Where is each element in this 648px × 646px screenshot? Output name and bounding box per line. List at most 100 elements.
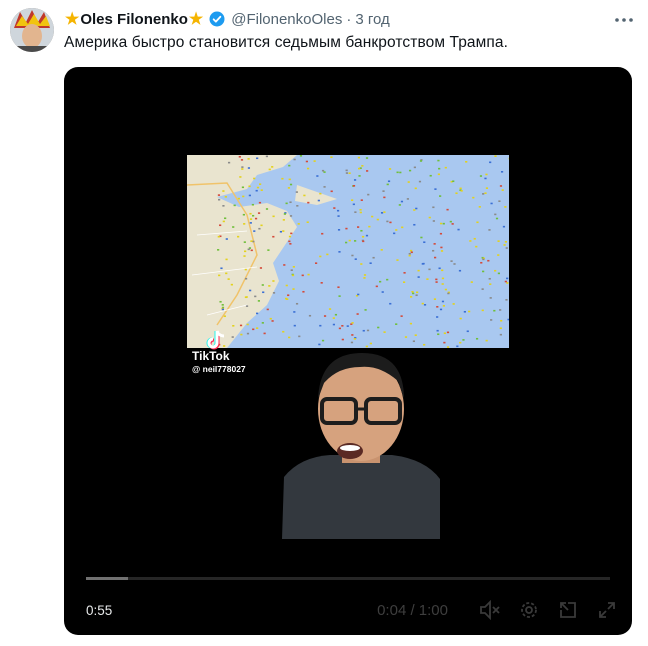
ship-marker [345, 172, 349, 174]
ship-marker [380, 212, 384, 214]
ship-marker [248, 185, 251, 188]
fullscreen-button[interactable] [594, 597, 620, 623]
ship-marker [287, 294, 290, 297]
tiktok-logo-icon [206, 330, 225, 350]
verified-badge-icon [208, 10, 226, 28]
tweet-header: ★ Oles Filonenko ★ @FilonenkoOles · 3 го… [64, 9, 608, 29]
ship-marker [354, 258, 357, 260]
ship-marker [259, 183, 262, 185]
ship-marker [253, 177, 256, 180]
ship-marker [451, 223, 454, 225]
ship-marker [358, 175, 361, 177]
ship-marker [437, 159, 440, 162]
ship-marker [244, 250, 247, 253]
ship-marker [293, 158, 296, 161]
ship-marker [380, 249, 383, 251]
ship-marker [219, 224, 222, 227]
ship-marker [497, 240, 500, 242]
ship-marker [459, 317, 462, 320]
ship-marker [326, 253, 329, 256]
ship-marker [306, 221, 309, 224]
author-handle[interactable]: @FilonenkoOles [231, 11, 342, 28]
ship-marker [482, 193, 485, 195]
ship-marker [230, 283, 233, 286]
ship-marker [243, 241, 246, 243]
ship-marker [308, 314, 312, 317]
ship-marker [246, 332, 250, 335]
ship-marker [375, 285, 378, 288]
ship-marker [440, 250, 444, 252]
ship-marker [295, 302, 299, 305]
ship-marker [352, 203, 355, 206]
ship-marker [449, 220, 452, 223]
ship-marker [501, 189, 504, 191]
ship-marker [292, 266, 295, 268]
ship-marker [412, 292, 415, 295]
ship-marker [363, 274, 367, 276]
ship-marker [232, 226, 235, 228]
ship-marker [423, 303, 427, 306]
ship-marker [321, 169, 325, 172]
ship-marker [418, 180, 422, 183]
ship-marker [382, 190, 385, 192]
ship-traffic-map-image [187, 155, 509, 348]
ship-marker [489, 297, 492, 299]
ship-marker [439, 222, 443, 225]
ship-marker [237, 197, 240, 200]
ship-marker [485, 187, 489, 189]
ship-marker [395, 229, 398, 231]
ship-marker [393, 232, 396, 235]
ship-marker [376, 218, 379, 221]
ship-marker [387, 180, 391, 183]
ship-marker [338, 327, 342, 330]
ship-marker [240, 159, 244, 161]
ship-marker [337, 229, 341, 231]
dock-button[interactable] [555, 597, 581, 623]
ship-marker [417, 276, 420, 278]
ship-marker [244, 268, 247, 271]
ship-marker [456, 345, 459, 348]
tweet-timestamp[interactable]: 3 год [355, 11, 389, 28]
more-options-button[interactable] [614, 10, 634, 30]
video-player[interactable]: TikTok @ neil778027 0:55 0:04 / 1:00 [64, 67, 632, 635]
ship-marker [437, 333, 440, 336]
mute-button[interactable] [477, 597, 503, 623]
ship-marker [316, 175, 319, 177]
ship-marker [289, 243, 292, 245]
ship-marker [333, 207, 336, 209]
ship-marker [446, 331, 450, 334]
ship-marker [239, 176, 242, 178]
expand-icon [599, 602, 615, 618]
ship-marker [323, 186, 326, 188]
ship-marker [369, 342, 372, 345]
ship-marker [351, 334, 354, 336]
settings-button[interactable] [516, 597, 542, 623]
ship-marker [297, 223, 300, 225]
video-progress-bar[interactable] [86, 577, 610, 580]
ship-marker [298, 335, 301, 338]
ship-marker [432, 206, 435, 209]
ship-marker [435, 281, 438, 283]
author-avatar[interactable] [10, 8, 54, 52]
ship-marker [407, 181, 410, 183]
ship-marker [241, 166, 244, 168]
ship-marker [334, 313, 338, 316]
ship-marker [487, 259, 490, 262]
ship-marker [408, 252, 411, 255]
ship-marker [488, 229, 491, 231]
ship-marker [366, 329, 370, 332]
ship-marker [409, 322, 413, 325]
ship-marker [379, 280, 382, 283]
ship-marker [406, 198, 409, 200]
ship-marker [357, 226, 360, 228]
ship-marker [436, 316, 439, 318]
ship-marker [485, 173, 488, 176]
ship-marker [428, 268, 431, 271]
ship-marker [255, 189, 258, 192]
author-name[interactable]: ★ Oles Filonenko ★ [64, 9, 204, 29]
ship-marker [357, 156, 360, 159]
ship-marker [354, 240, 357, 242]
ship-marker [227, 278, 230, 280]
ship-marker [402, 281, 406, 283]
ship-marker [470, 281, 473, 283]
